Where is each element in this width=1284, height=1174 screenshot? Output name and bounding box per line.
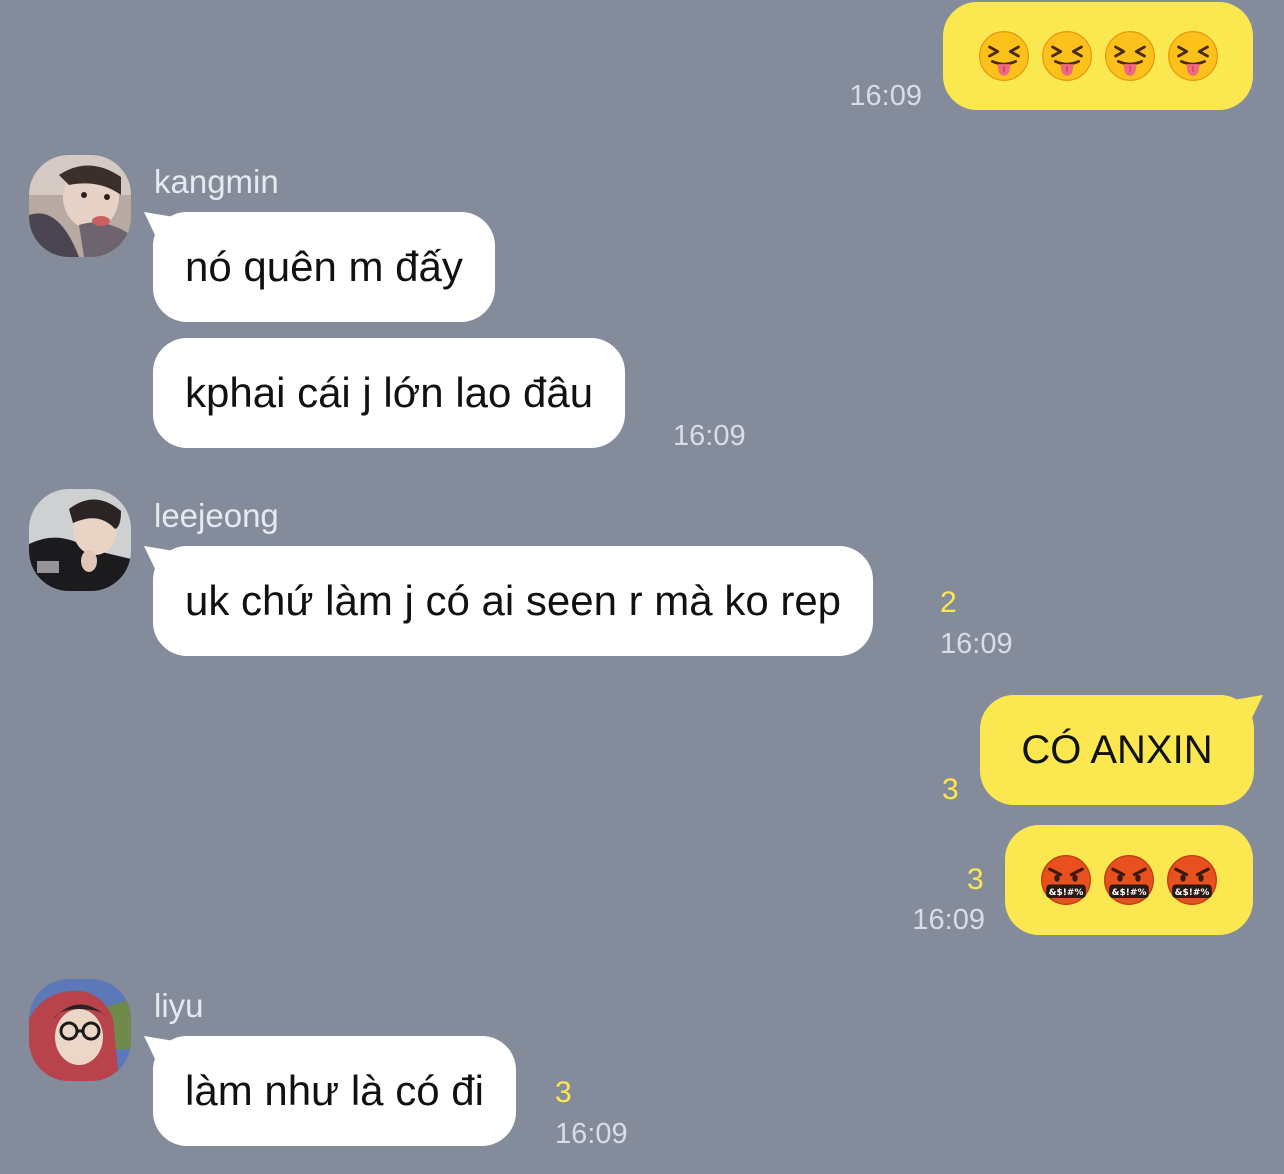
face-with-symbols-on-mouth-icon: &$!#% xyxy=(1041,855,1091,905)
face-with-symbols-on-mouth-icon: &$!#% xyxy=(1104,855,1154,905)
sender-name: leejeong xyxy=(154,497,279,534)
squinting-face-with-tongue-icon xyxy=(1167,31,1218,81)
outgoing-emoji-message[interactable]: &$!#% &$!#% &$!#% xyxy=(1005,825,1253,935)
avatar-kangmin[interactable] xyxy=(29,155,131,257)
unread-count: 3 xyxy=(942,773,959,806)
incoming-message-bubble[interactable]: kphai cái j lớn lao đâu xyxy=(153,338,626,448)
message-text: uk chứ làm j có ai seen r mà ko rep xyxy=(185,577,842,624)
squinting-face-with-tongue-icon xyxy=(1041,31,1092,81)
face-with-symbols-on-mouth-icon: &$!#% xyxy=(1167,855,1217,905)
outgoing-emoji-message[interactable] xyxy=(943,2,1253,110)
incoming-message-bubble[interactable]: nó quên m đấy xyxy=(153,212,495,322)
message-text: nó quên m đấy xyxy=(185,243,463,290)
message-text: CÓ ANXIN xyxy=(1021,728,1213,772)
unread-count: 3 xyxy=(967,863,984,896)
incoming-message-bubble[interactable]: uk chứ làm j có ai seen r mà ko rep xyxy=(153,546,874,656)
avatar-liyu[interactable] xyxy=(29,979,131,1081)
message-timestamp: 16:09 xyxy=(555,1118,628,1150)
avatar-leejeong[interactable] xyxy=(29,489,131,591)
profile-photo-icon xyxy=(29,155,131,257)
outgoing-message-bubble[interactable]: CÓ ANXIN xyxy=(980,695,1254,805)
message-timestamp: 16:09 xyxy=(912,904,985,936)
squinting-face-with-tongue-icon xyxy=(978,31,1029,81)
profile-photo-icon xyxy=(29,979,131,1081)
sender-name: liyu xyxy=(154,987,204,1024)
sender-name: kangmin xyxy=(154,163,279,200)
squinting-face-with-tongue-icon xyxy=(1104,31,1155,81)
svg-text:&$!#%: &$!#% xyxy=(1049,888,1084,898)
message-timestamp: 16:09 xyxy=(940,628,1013,660)
unread-count: 3 xyxy=(555,1076,572,1109)
message-text: kphai cái j lớn lao đâu xyxy=(185,369,594,416)
message-text: làm như là có đi xyxy=(185,1067,484,1114)
message-timestamp: 16:09 xyxy=(849,80,922,112)
unread-count: 2 xyxy=(940,586,957,619)
incoming-message-bubble[interactable]: làm như là có đi xyxy=(153,1036,516,1146)
profile-photo-icon xyxy=(29,489,131,591)
svg-text:&$!#%: &$!#% xyxy=(1112,888,1147,898)
message-timestamp: 16:09 xyxy=(673,420,746,452)
svg-text:&$!#%: &$!#% xyxy=(1175,888,1210,898)
